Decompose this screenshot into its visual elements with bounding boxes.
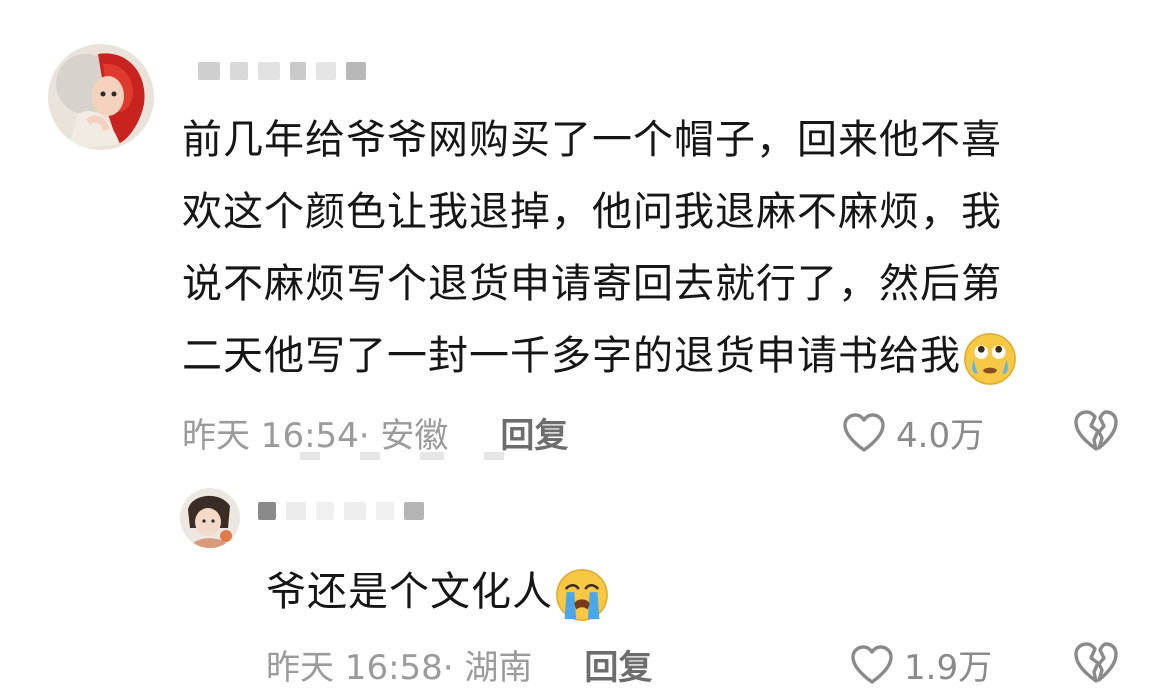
timestamp-location: 昨天 16:58· 湖南 <box>266 648 533 688</box>
username-blurred[interactable] <box>258 502 434 520</box>
avatar[interactable] <box>180 488 240 548</box>
reply-button[interactable]: 回复 <box>584 640 652 689</box>
comment-line: 爷还是个文化人 <box>266 569 553 615</box>
dislike-button[interactable] <box>1072 640 1120 686</box>
like-count: 4.0万 <box>896 416 985 456</box>
comment-text: 前几年给爷爷网购买了一个帽子，回来他不喜 欢这个颜色让我退掉，他问我退麻不麻烦，… <box>182 104 1019 392</box>
comment-text: 爷还是个文化人 <box>266 556 611 628</box>
comment-line: 二天他写了一封一千多字的退货申请书给我 <box>182 333 961 379</box>
avatar[interactable] <box>48 44 154 150</box>
face-with-tears-looking-up-icon <box>964 333 1016 385</box>
comment-thread: 前几年给爷爷网购买了一个帽子，回来他不喜 欢这个颜色让我退掉，他问我退麻不麻烦，… <box>0 0 1170 697</box>
dislike-button[interactable] <box>1072 408 1120 454</box>
heart-icon <box>851 644 893 684</box>
username-blurred[interactable] <box>198 62 376 80</box>
reply-button[interactable]: 回复 <box>500 408 568 457</box>
loudly-crying-face-icon <box>556 569 608 621</box>
text-blur <box>300 452 544 460</box>
broken-heart-icon <box>1074 642 1118 683</box>
comment-line: 前几年给爷爷网购买了一个帽子，回来他不喜 <box>182 117 1002 163</box>
like-button[interactable]: 4.0万 <box>842 408 984 457</box>
like-count: 1.9万 <box>904 648 993 688</box>
comment-meta: 昨天 16:58· 湖南 回复 <box>266 640 652 689</box>
comment-line: 说不麻烦写个退货申请寄回去就行了，然后第 <box>182 261 1002 307</box>
comment-line: 欢这个颜色让我退掉，他问我退麻不麻烦，我 <box>182 189 1002 235</box>
heart-icon <box>843 412 885 452</box>
like-button[interactable]: 1.9万 <box>850 640 992 689</box>
comment-meta: 昨天 16:54· 安徽 回复 <box>182 408 568 457</box>
broken-heart-icon <box>1074 410 1118 451</box>
timestamp-location: 昨天 16:54· 安徽 <box>182 416 449 456</box>
